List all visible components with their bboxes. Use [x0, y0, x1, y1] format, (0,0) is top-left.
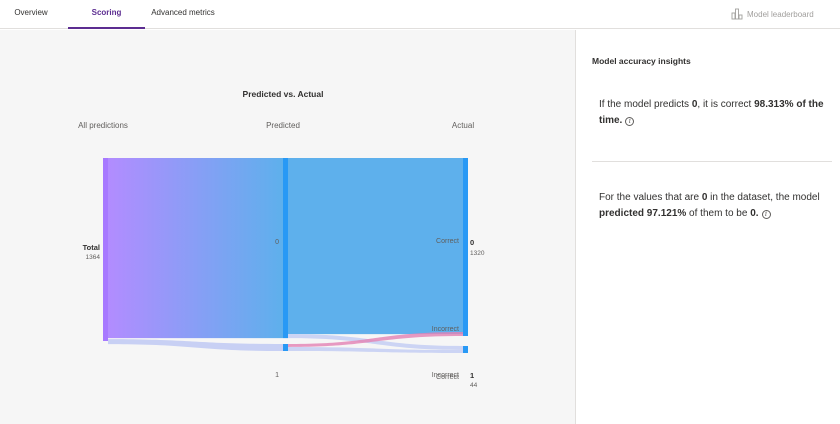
insight-value: 0. [750, 208, 759, 219]
flow-predicted-1-incorrect [288, 331, 463, 347]
actual-1-value: 44 [470, 382, 478, 389]
model-leaderboard-label: Model leaderboard [747, 9, 814, 19]
leaderboard-icon [731, 8, 743, 20]
tab-overview[interactable]: Overview [0, 0, 62, 29]
column-header-all-predictions: All predictions [78, 121, 128, 130]
actual-0-label: 0 [470, 238, 474, 247]
predicted-vs-actual-sankey: Predicted vs. Actual All predictions Predi… [78, 89, 485, 389]
insight-text: If the model predicts [599, 99, 692, 110]
insights-panel: Model accuracy insights If the model pre… [577, 30, 840, 424]
divider [592, 161, 832, 162]
info-icon[interactable]: i [625, 117, 635, 126]
chart-title: Predicted vs. Actual [243, 89, 324, 99]
model-leaderboard-button[interactable]: Model leaderboard [731, 6, 814, 22]
insight-percentage: predicted 97.121% [599, 208, 687, 219]
insight-text: , it is correct [697, 99, 755, 110]
node-actual-1 [463, 346, 468, 353]
flow-total-to-predicted-0 [108, 158, 283, 339]
insight-text: in the dataset, the model [707, 192, 820, 203]
link-label-correct: Correct [436, 374, 459, 381]
column-header-predicted: Predicted [266, 121, 300, 130]
link-label-correct: Correct [436, 238, 459, 245]
link-label-incorrect: Incorrect [432, 326, 459, 333]
tab-advanced-metrics[interactable]: Advanced metrics [146, 0, 220, 29]
tab-scoring[interactable]: Scoring [68, 0, 145, 29]
top-tab-bar: Overview Scoring Advanced metrics Model … [0, 0, 840, 29]
insights-title: Model accuracy insights [592, 56, 691, 66]
node-total [103, 158, 108, 341]
actual-1-label: 1 [470, 371, 474, 380]
insight-actual-recall: For the values that are 0 in the dataset… [599, 190, 831, 222]
info-icon[interactable]: i [761, 210, 771, 219]
actual-0-value: 1320 [470, 250, 485, 257]
node-predicted-1 [283, 344, 288, 351]
flow-predicted-0-correct [288, 158, 463, 335]
insight-text: of them to be [686, 208, 751, 219]
total-value: 1364 [86, 254, 101, 261]
node-predicted-0 [283, 158, 288, 339]
chart-pane: Predicted vs. Actual All predictions Predi… [0, 30, 576, 424]
insight-text: For the values that are [599, 192, 702, 203]
column-header-actual: Actual [452, 121, 474, 130]
total-label: Total [83, 243, 100, 252]
insight-predicted-accuracy: If the model predicts 0, it is correct 9… [599, 97, 831, 129]
predicted-1-label: 1 [275, 372, 279, 379]
predicted-0-label: 0 [275, 239, 279, 246]
flow-total-to-predicted-1 [108, 339, 283, 351]
node-actual-0 [463, 158, 468, 336]
